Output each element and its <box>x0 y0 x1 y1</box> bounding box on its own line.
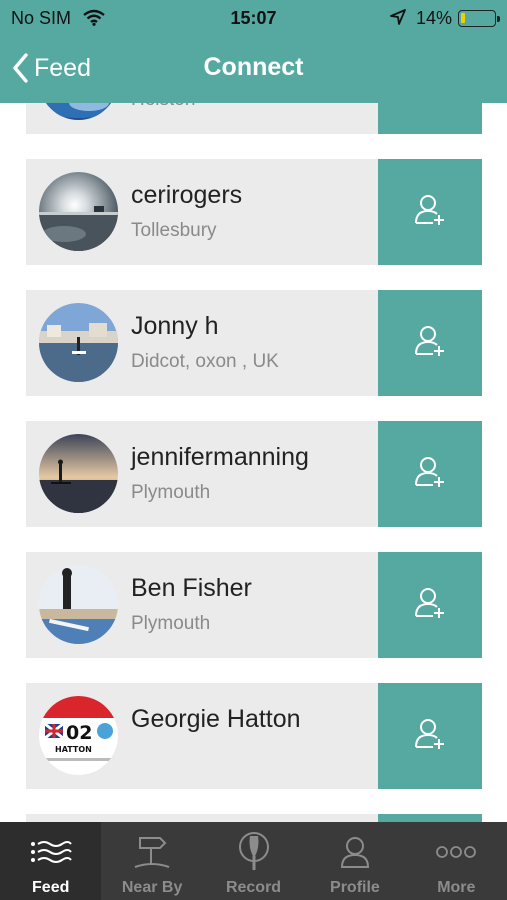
page-title: Connect <box>203 53 304 81</box>
follow-button[interactable] <box>378 683 482 789</box>
person-location: Didcot, oxon , UK <box>131 351 279 372</box>
people-list[interactable]: Helston <box>0 0 507 900</box>
person-card[interactable]: 02 HATTON Georgie Hatton <box>26 683 482 789</box>
feed-waves-icon <box>30 832 72 872</box>
follow-button[interactable] <box>378 159 482 265</box>
navigation-bar: Feed Connect <box>0 36 507 103</box>
person-name: Jonny h <box>131 312 219 340</box>
person-icon <box>339 832 371 872</box>
follow-button[interactable] <box>378 290 482 396</box>
tab-label: Profile <box>330 879 380 896</box>
more-dots-icon <box>435 832 477 872</box>
person-name: cerirogers <box>131 181 243 209</box>
bib-name: HATTON <box>55 745 92 754</box>
tab-bar: Feed Near By Record Profile More <box>0 822 507 900</box>
bib-number: 02 <box>66 722 92 744</box>
battery-percent: 14% <box>416 8 453 28</box>
tab-label: Feed <box>32 879 70 896</box>
add-user-icon <box>413 193 447 232</box>
follow-button[interactable] <box>378 552 482 658</box>
person-card[interactable]: Ben Fisher Plymouth <box>26 552 482 658</box>
paddle-icon <box>236 832 272 872</box>
person-location: Tollesbury <box>131 220 217 241</box>
location-arrow-icon <box>390 9 406 30</box>
person-name: Georgie Hatton <box>131 705 301 733</box>
person-name: jennifermanning <box>131 443 309 471</box>
avatar <box>39 434 118 513</box>
status-bar: No SIM 15:07 14% <box>0 0 507 36</box>
tab-more[interactable]: More <box>406 822 507 900</box>
add-user-icon <box>413 455 447 494</box>
tab-label: More <box>437 879 476 896</box>
add-user-icon <box>413 324 447 363</box>
person-location: Plymouth <box>131 482 211 503</box>
tab-label: Record <box>225 879 282 896</box>
person-card[interactable]: Jonny h Didcot, oxon , UK <box>26 290 482 396</box>
avatar: 02 HATTON <box>39 696 118 775</box>
connect-screen: Helston <box>0 0 507 900</box>
avatar <box>39 303 118 382</box>
avatar <box>39 565 118 644</box>
tab-label: Near By <box>121 879 183 896</box>
tab-feed[interactable]: Feed <box>0 822 102 900</box>
tab-record[interactable]: Record <box>203 822 304 900</box>
follow-button[interactable] <box>378 421 482 527</box>
add-user-icon <box>413 586 447 625</box>
battery-icon <box>458 10 500 27</box>
person-name: Ben Fisher <box>131 574 252 602</box>
tab-near-by[interactable]: Near By <box>101 822 202 900</box>
person-card[interactable]: jennifermanning Plymouth <box>26 421 482 527</box>
tab-profile[interactable]: Profile <box>304 822 405 900</box>
add-user-icon <box>413 717 447 756</box>
person-card[interactable]: cerirogers Tollesbury <box>26 159 482 265</box>
avatar <box>39 172 118 251</box>
signpost-icon <box>132 832 172 872</box>
person-location: Plymouth <box>131 613 211 634</box>
top-bar: No SIM 15:07 14% Feed Connect <box>0 0 507 103</box>
